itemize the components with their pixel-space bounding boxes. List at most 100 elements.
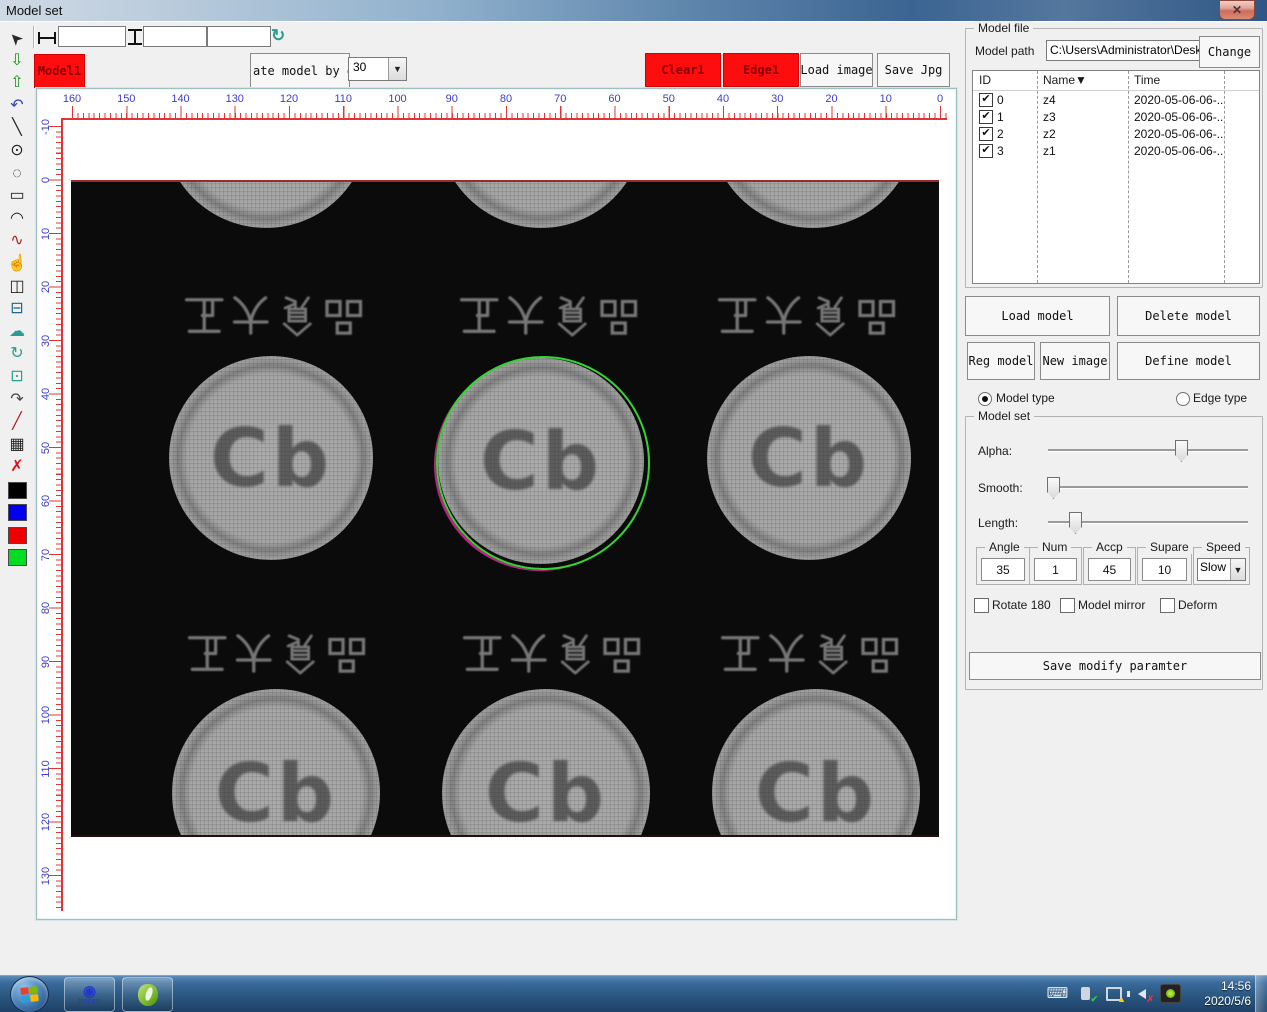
define-model-button[interactable]: Define model xyxy=(1117,342,1260,380)
show-desktop-button[interactable] xyxy=(1255,975,1267,1012)
color-swatch-blue[interactable] xyxy=(3,503,31,523)
rect-tool-icon: ▭ xyxy=(9,188,24,204)
row-checkbox[interactable]: ✔ xyxy=(979,144,993,158)
volume-muted-tray-icon[interactable]: ✗ xyxy=(1132,985,1151,1002)
edge-count-combo[interactable]: 30 ▼ xyxy=(348,57,407,81)
deform-label[interactable]: Deform xyxy=(1178,598,1217,612)
model-type-radio[interactable] xyxy=(978,392,992,406)
edge-type-radio[interactable] xyxy=(1176,392,1190,406)
extra-input[interactable] xyxy=(207,26,271,47)
rect-tool[interactable]: ▭ xyxy=(3,186,31,206)
deform-checkbox[interactable] xyxy=(1160,598,1175,613)
model-path-field[interactable]: C:\Users\Administrator\Desktop xyxy=(1046,40,1204,61)
select-tool[interactable]: ➤ xyxy=(3,28,31,48)
speed-arrow-icon[interactable]: ▼ xyxy=(1230,559,1245,580)
pan-tool[interactable]: ☝ xyxy=(3,254,31,274)
ellipse-tool[interactable]: ◌ xyxy=(3,164,31,184)
row-checkbox[interactable]: ✔ xyxy=(979,93,993,107)
taskbar-clock[interactable]: 14:56 2020/5/6 xyxy=(1204,979,1251,1009)
line-tool[interactable]: ╲ xyxy=(3,118,31,138)
rotate-box-tool[interactable]: ⊡ xyxy=(3,367,31,387)
stamp-tool[interactable]: ☁ xyxy=(3,322,31,342)
smooth-slider[interactable] xyxy=(1048,477,1248,497)
accp-input[interactable]: 45 xyxy=(1088,558,1131,581)
trocen-taskbar-button[interactable]: ◉ trocen xyxy=(64,977,115,1012)
delete-model-button[interactable]: Delete model xyxy=(1117,296,1260,336)
col-name[interactable]: Name▼ xyxy=(1037,71,1128,90)
speed-value: Slow xyxy=(1198,559,1230,580)
angle-input[interactable]: 35 xyxy=(981,558,1025,581)
model-mirror-checkbox[interactable] xyxy=(1060,598,1075,613)
v-ruler-label: 100 xyxy=(40,700,52,730)
save-modify-paramter-button[interactable]: Save modify paramter xyxy=(969,652,1261,680)
col-time[interactable]: Time xyxy=(1128,71,1224,90)
save-jpg-button[interactable]: Save Jpg xyxy=(877,53,950,87)
speed-combo[interactable]: Slow ▼ xyxy=(1197,558,1246,581)
arc-segment-tool[interactable]: ↷ xyxy=(3,390,31,410)
usb-tray-icon[interactable]: ✔ xyxy=(1076,985,1095,1002)
undo-icon[interactable]: ↶ xyxy=(3,96,31,116)
circle-tool[interactable]: ⊙ xyxy=(3,141,31,161)
color-swatch-red[interactable] xyxy=(3,525,31,545)
clear1-button[interactable]: Clear1 xyxy=(645,53,721,87)
model1-button[interactable]: Model1 xyxy=(34,54,85,88)
row-name: z4 xyxy=(1037,93,1128,107)
load-image-button[interactable]: Load image xyxy=(800,53,873,87)
edge-type-label[interactable]: Edge type xyxy=(1193,391,1247,405)
model-type-label[interactable]: Model type xyxy=(996,391,1055,405)
delete-tool[interactable]: ✗ xyxy=(3,457,31,477)
stamp-text xyxy=(717,625,903,677)
row-checkbox[interactable]: ✔ xyxy=(979,127,993,141)
arc-tool[interactable]: ◠ xyxy=(3,209,31,229)
col-id[interactable]: ID xyxy=(973,71,1037,90)
smooth-thumb[interactable] xyxy=(1047,477,1060,499)
coreldraw-taskbar-button[interactable] xyxy=(122,977,173,1012)
grid-tool[interactable]: ▦ xyxy=(3,435,31,455)
rotate-tool[interactable]: ↻ xyxy=(3,344,31,364)
row-checkbox[interactable]: ✔ xyxy=(979,110,993,124)
model-table-header[interactable]: ID Name▼ Time xyxy=(973,71,1259,91)
table-row[interactable]: ✔2z22020-05-06-06-... xyxy=(973,125,1259,142)
height-input[interactable] xyxy=(143,26,207,47)
load-model-button[interactable]: Load model xyxy=(965,296,1110,336)
create-model-by-edge-button[interactable]: ate model by ed xyxy=(250,53,350,89)
mirror-horizontal-tool[interactable]: ⊟ xyxy=(3,299,31,319)
export-model-icon[interactable]: ⇧ xyxy=(3,73,31,93)
alpha-thumb[interactable] xyxy=(1175,440,1188,462)
model-table[interactable]: ID Name▼ Time ✔0z42020-05-06-06-...✔1z32… xyxy=(972,70,1260,284)
coin-logo-text: Cb xyxy=(755,747,877,838)
length-slider[interactable] xyxy=(1048,512,1248,532)
keyboard-tray-icon[interactable]: ⌨ xyxy=(1048,985,1067,1002)
rotate-180-label[interactable]: Rotate 180 xyxy=(992,598,1051,612)
rotate-180-checkbox[interactable] xyxy=(974,598,989,613)
close-button[interactable]: ✕ xyxy=(1219,0,1255,20)
color-swatch-green[interactable] xyxy=(3,548,31,568)
supare-input[interactable]: 10 xyxy=(1142,558,1187,581)
photo[interactable]: CbCbCbCbCbCbCbCbCb xyxy=(71,180,939,837)
length-thumb[interactable] xyxy=(1069,512,1082,534)
nvidia-tray-icon[interactable] xyxy=(1160,984,1181,1003)
alpha-slider[interactable] xyxy=(1048,440,1248,460)
reg-model-button[interactable]: Reg model xyxy=(967,342,1035,380)
network-tray-icon[interactable]: ▲ xyxy=(1104,985,1123,1002)
smooth-track[interactable] xyxy=(1048,486,1248,489)
node-line-tool[interactable]: ╱ xyxy=(3,412,31,432)
width-input[interactable] xyxy=(58,26,126,47)
edge1-button[interactable]: Edge1 xyxy=(723,53,799,87)
model-mirror-label[interactable]: Model mirror xyxy=(1078,598,1145,612)
color-swatch-black[interactable] xyxy=(3,480,31,500)
alpha-track[interactable] xyxy=(1048,449,1248,452)
v-ruler-label: 20 xyxy=(40,272,52,302)
curve-tool[interactable]: ∿ xyxy=(3,231,31,251)
combo-arrow-icon[interactable]: ▼ xyxy=(388,58,406,80)
num-input[interactable]: 1 xyxy=(1034,558,1077,581)
mirror-vertical-tool[interactable]: ◫ xyxy=(3,277,31,297)
table-row[interactable]: ✔3z12020-05-06-06-... xyxy=(973,142,1259,159)
start-button[interactable] xyxy=(10,976,49,1012)
refresh-icon[interactable]: ↻ xyxy=(271,26,285,46)
change-path-button[interactable]: Change xyxy=(1199,36,1260,68)
table-row[interactable]: ✔1z32020-05-06-06-... xyxy=(973,108,1259,125)
table-row[interactable]: ✔0z42020-05-06-06-... xyxy=(973,91,1259,108)
new-image-button[interactable]: New image xyxy=(1040,342,1110,380)
import-model-icon[interactable]: ⇩ xyxy=(3,51,31,71)
